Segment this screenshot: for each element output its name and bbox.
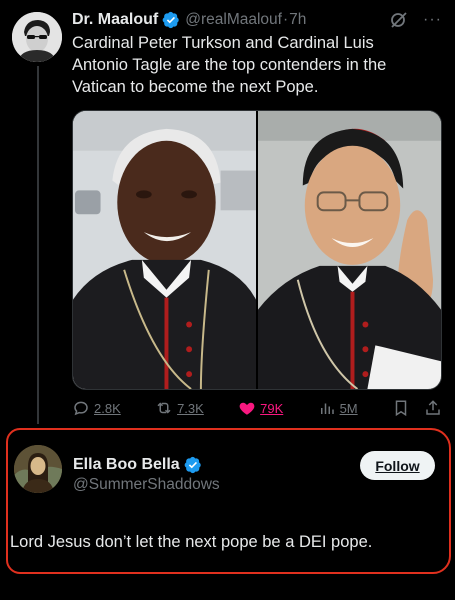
- more-icon[interactable]: ···: [423, 12, 442, 28]
- author-name[interactable]: Dr. Maalouf: [72, 11, 158, 29]
- repost-count: 7.3K: [177, 400, 204, 416]
- like-count: 79K: [260, 400, 284, 416]
- tweet[interactable]: Dr. Maalouf @realMaalouf · 7h ··· Cardin…: [0, 0, 455, 428]
- photo-cardinal-tagle[interactable]: [258, 111, 441, 389]
- author-handle[interactable]: @realMaalouf: [185, 11, 282, 29]
- reply-button[interactable]: 2.8K: [72, 399, 121, 417]
- tweet-media[interactable]: [72, 110, 442, 390]
- photo-cardinal-turkson[interactable]: [73, 111, 258, 389]
- highlight-outline: [6, 428, 451, 574]
- reply-author-name[interactable]: Ella Boo Bella: [73, 456, 180, 474]
- verified-badge-icon: [162, 11, 180, 29]
- bookmark-icon[interactable]: [392, 399, 410, 417]
- views-count: 5M: [339, 400, 358, 416]
- separator-dot: ·: [282, 11, 289, 28]
- verified-badge-icon: [184, 456, 202, 474]
- reply-icon: [72, 399, 90, 417]
- reply-author-avatar[interactable]: [14, 445, 62, 493]
- author-avatar[interactable]: [12, 12, 62, 62]
- reply-author-handle[interactable]: @SummerShaddows: [73, 476, 220, 494]
- views-icon: [318, 399, 336, 417]
- follow-button[interactable]: Follow: [360, 451, 435, 480]
- share-icon[interactable]: [424, 399, 442, 417]
- heart-icon: [238, 399, 256, 417]
- tweet-text: Cardinal Peter Turkson and Cardinal Luis…: [72, 34, 387, 96]
- reply-header: Ella Boo Bella: [73, 454, 207, 476]
- reply-count: 2.8K: [94, 400, 121, 416]
- repost-button[interactable]: 7.3K: [155, 399, 204, 417]
- thread-line: [37, 66, 39, 424]
- tweet-actions: 2.8K 7.3K 79K 5M: [72, 396, 442, 420]
- tweet-header: Dr. Maalouf @realMaalouf · 7h ···: [72, 9, 442, 31]
- views-button[interactable]: 5M: [318, 399, 358, 417]
- tweet-actions-right: [392, 399, 442, 417]
- post-time[interactable]: 7h: [289, 11, 306, 29]
- reply-text: Lord Jesus don’t let the next pope be a …: [10, 533, 373, 551]
- grok-icon[interactable]: [389, 10, 409, 30]
- repost-icon: [155, 399, 173, 417]
- like-button[interactable]: 79K: [238, 399, 283, 417]
